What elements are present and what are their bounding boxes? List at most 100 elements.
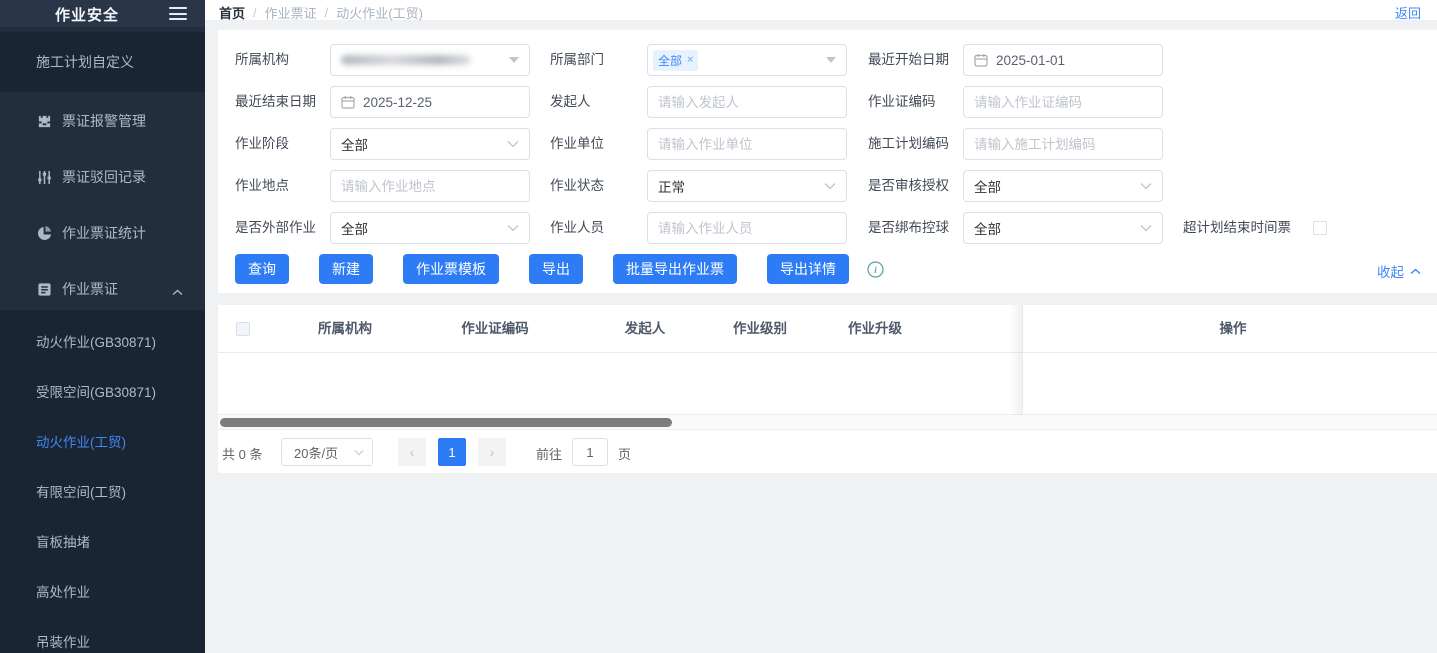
svg-text:i: i bbox=[874, 265, 877, 275]
org-select[interactable] bbox=[330, 44, 530, 76]
plan-code-label: 施工计划编码 bbox=[868, 128, 949, 160]
info-icon[interactable]: i bbox=[867, 261, 884, 278]
org-redacted-value bbox=[341, 55, 471, 65]
toolbar: 查询 新建 作业票模板 导出 批量导出作业票 导出详情 i bbox=[235, 254, 884, 284]
audit-auth-label: 是否审核授权 bbox=[868, 170, 949, 202]
personnel-field bbox=[647, 212, 847, 244]
sidebar-subitem-hotwork-industry[interactable]: 动火作业(工贸) bbox=[0, 421, 205, 461]
stage-label: 作业阶段 bbox=[235, 128, 289, 160]
sidebar: 作业安全 施工计划自定义 票证报警管理 票证驳回记录 bbox=[0, 0, 205, 653]
permit-code-input[interactable] bbox=[974, 95, 1152, 110]
ticket-template-button[interactable]: 作业票模板 bbox=[403, 254, 499, 284]
sidebar-item-ticket-alarm[interactable]: 票证报警管理 bbox=[0, 101, 205, 141]
results-table: 所属机构 作业证编码 发起人 作业级别 作业升级 操作 共 0 条 20条/页 … bbox=[218, 305, 1437, 473]
col-header-initiator: 发起人 bbox=[625, 305, 666, 353]
breadcrumb-level3: 动火作业(工贸) bbox=[336, 3, 423, 22]
menu-collapse-icon[interactable] bbox=[169, 7, 187, 20]
filter-panel: 所属机构 所属部门 全部 × 最近开始日期 2025-01-01 最近结束日期 bbox=[218, 30, 1437, 293]
personnel-label: 作业人员 bbox=[550, 212, 604, 244]
control-ball-select[interactable]: 全部 bbox=[963, 212, 1163, 244]
fixed-column-divider bbox=[1022, 305, 1023, 430]
batch-export-button[interactable]: 批量导出作业票 bbox=[613, 254, 737, 284]
page-size-select[interactable]: 20条/页 bbox=[281, 438, 373, 466]
sidebar-subitem-blind-plate[interactable]: 盲板抽堵 bbox=[0, 521, 205, 561]
page-unit-label: 页 bbox=[618, 444, 631, 463]
table-empty-body bbox=[218, 353, 1437, 415]
start-date-label: 最近开始日期 bbox=[868, 44, 949, 76]
dept-select[interactable]: 全部 × bbox=[647, 44, 847, 76]
pie-chart-icon bbox=[36, 225, 52, 241]
chevron-down-icon bbox=[354, 449, 364, 456]
breadcrumb-level2[interactable]: 作业票证 bbox=[265, 3, 317, 22]
export-button[interactable]: 导出 bbox=[529, 254, 583, 284]
sidebar-submenu: 动火作业(GB30871) 受限空间(GB30871) 动火作业(工贸) 有限空… bbox=[0, 310, 205, 653]
chevron-down-icon bbox=[507, 224, 519, 232]
control-ball-label: 是否绑布控球 bbox=[868, 212, 949, 244]
chevron-down-icon bbox=[824, 182, 836, 190]
col-header-operation: 操作 bbox=[1220, 305, 1247, 353]
overplan-label: 超计划结束时间票 bbox=[1183, 212, 1291, 244]
sidebar-item-construction-plan[interactable]: 施工计划自定义 bbox=[0, 32, 205, 92]
end-date-input[interactable]: 2025-12-25 bbox=[330, 86, 530, 118]
audit-auth-select[interactable]: 全部 bbox=[963, 170, 1163, 202]
sidebar-subitem-hotwork-gb30871[interactable]: 动火作业(GB30871) bbox=[0, 321, 205, 361]
external-work-label: 是否外部作业 bbox=[235, 212, 316, 244]
main-content: 首页 / 作业票证 / 动火作业(工贸) 返回 所属机构 所属部门 全部 × 最… bbox=[205, 0, 1437, 653]
alarm-icon bbox=[36, 113, 52, 129]
sidebar-subitem-lifting[interactable]: 吊装作业 bbox=[0, 621, 205, 653]
start-date-input[interactable]: 2025-01-01 bbox=[963, 44, 1163, 76]
chevron-down-icon bbox=[1140, 224, 1152, 232]
calendar-icon bbox=[341, 95, 355, 109]
chevron-down-icon bbox=[1140, 182, 1152, 190]
goto-page-input[interactable] bbox=[572, 438, 608, 466]
select-all-checkbox[interactable] bbox=[236, 322, 250, 336]
col-header-permit-code: 作业证编码 bbox=[461, 305, 529, 353]
plan-code-input[interactable] bbox=[974, 137, 1152, 152]
permit-code-field bbox=[963, 86, 1163, 118]
collapse-toggle[interactable]: 收起 bbox=[1377, 261, 1421, 281]
chevron-up-icon bbox=[172, 283, 183, 301]
total-count: 共 0 条 bbox=[222, 444, 262, 463]
location-input[interactable] bbox=[341, 179, 519, 194]
table-header-row: 所属机构 作业证编码 发起人 作业级别 作业升级 操作 bbox=[218, 305, 1437, 353]
export-detail-button[interactable]: 导出详情 bbox=[767, 254, 849, 284]
initiator-field bbox=[647, 86, 847, 118]
scrollbar-thumb[interactable] bbox=[220, 418, 672, 427]
calendar-icon bbox=[974, 53, 988, 67]
back-link[interactable]: 返回 bbox=[1395, 3, 1421, 22]
page-1-button[interactable]: 1 bbox=[438, 438, 466, 466]
prev-page-button[interactable]: ‹ bbox=[398, 438, 426, 466]
app-title: 作业安全 bbox=[55, 4, 119, 25]
create-button[interactable]: 新建 bbox=[319, 254, 373, 284]
sidebar-header: 作业安全 bbox=[0, 0, 205, 27]
caret-down-icon bbox=[509, 57, 519, 63]
stage-select[interactable]: 全部 bbox=[330, 128, 530, 160]
next-page-button[interactable]: › bbox=[478, 438, 506, 466]
fixed-column-shadow bbox=[1010, 305, 1022, 430]
sliders-icon bbox=[36, 169, 52, 185]
sidebar-item-work-tickets[interactable]: 作业票证 bbox=[0, 269, 205, 309]
work-unit-input[interactable] bbox=[658, 137, 836, 152]
sidebar-subitem-confined-gb30871[interactable]: 受限空间(GB30871) bbox=[0, 371, 205, 411]
location-field bbox=[330, 170, 530, 202]
initiator-input[interactable] bbox=[658, 95, 836, 110]
work-unit-field bbox=[647, 128, 847, 160]
search-button[interactable]: 查询 bbox=[235, 254, 289, 284]
external-work-select[interactable]: 全部 bbox=[330, 212, 530, 244]
personnel-input[interactable] bbox=[658, 221, 836, 236]
breadcrumb-home[interactable]: 首页 bbox=[219, 3, 245, 22]
initiator-label: 发起人 bbox=[550, 86, 591, 118]
sidebar-item-ticket-reject[interactable]: 票证驳回记录 bbox=[0, 157, 205, 197]
sidebar-subitem-high-altitude[interactable]: 高处作业 bbox=[0, 571, 205, 611]
breadcrumb: 首页 / 作业票证 / 动火作业(工贸) 返回 bbox=[205, 0, 1437, 21]
sidebar-subitem-limited-industry[interactable]: 有限空间(工贸) bbox=[0, 471, 205, 511]
tag-close-icon[interactable]: × bbox=[687, 54, 693, 66]
location-label: 作业地点 bbox=[235, 170, 289, 202]
horizontal-scrollbar bbox=[218, 415, 1437, 430]
status-select[interactable]: 正常 bbox=[647, 170, 847, 202]
sidebar-item-ticket-stats[interactable]: 作业票证统计 bbox=[0, 213, 205, 253]
plan-code-field bbox=[963, 128, 1163, 160]
goto-label: 前往 bbox=[536, 444, 562, 463]
overplan-checkbox[interactable] bbox=[1313, 221, 1327, 235]
pagination: 共 0 条 20条/页 ‹ 1 › 前往 页 bbox=[218, 430, 1437, 473]
